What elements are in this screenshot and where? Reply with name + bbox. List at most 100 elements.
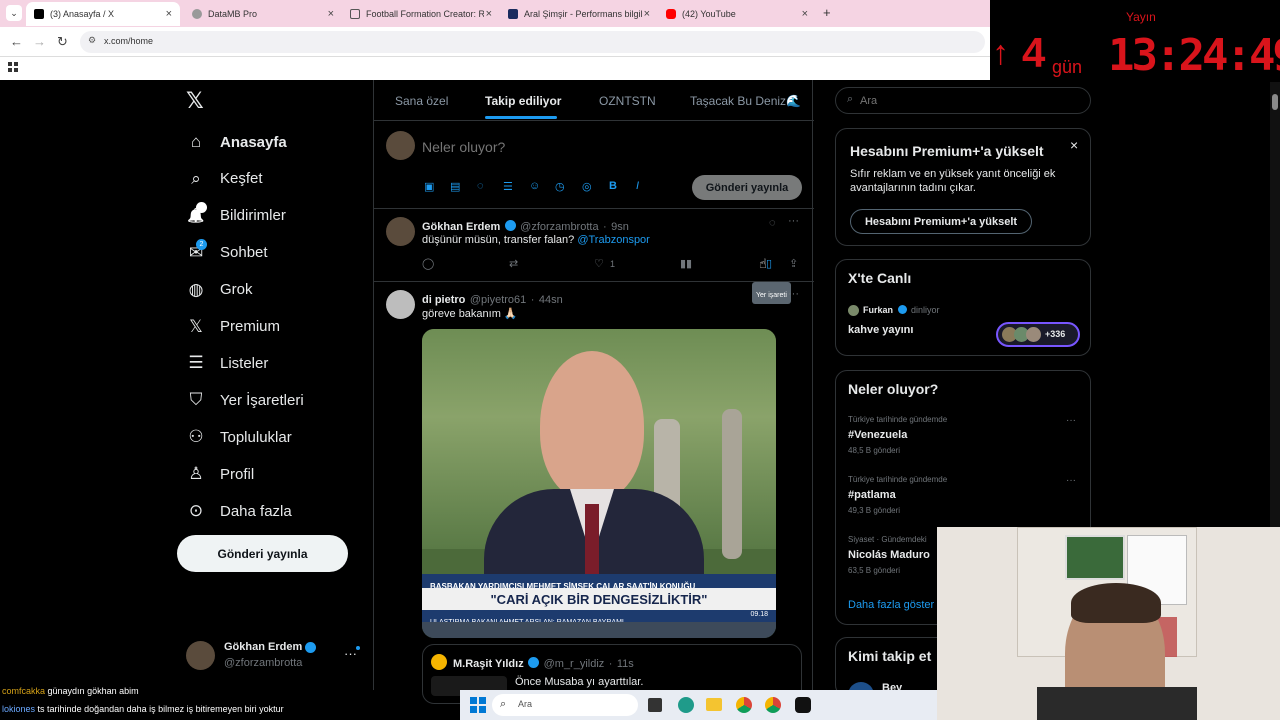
grok-icon[interactable]: ◌ — [477, 180, 484, 192]
post-button[interactable]: Gönderi yayınla — [177, 535, 348, 572]
close-tab-icon[interactable]: × — [802, 8, 808, 20]
x-logo-icon: 𝕏 — [189, 316, 203, 336]
timer-label: Yayın — [1126, 10, 1156, 24]
scrollbar-thumb[interactable] — [1272, 94, 1278, 110]
tab-list-tasacak[interactable]: Taşacak Bu Deniz🌊 — [690, 94, 801, 108]
tweet-media[interactable]: BAŞBAKAN YARDIMCISI MEHMET ŞİMŞEK ÇALAR … — [422, 329, 776, 638]
show-more-link[interactable]: Daha fazla göster — [848, 599, 934, 611]
home-icon: ⌂ — [190, 132, 202, 151]
gif-icon[interactable]: ▤ — [450, 180, 460, 193]
app-icon[interactable] — [795, 697, 811, 713]
more-icon[interactable]: ··· — [1066, 415, 1076, 426]
nav-item-person[interactable]: ♙ Profil — [186, 459, 254, 489]
back-icon[interactable]: ← — [10, 34, 23, 49]
nav-item-list[interactable]: ☰ Listeler — [186, 348, 268, 378]
browser-tab[interactable]: DataMB Pro × — [184, 2, 342, 26]
browser-tab[interactable]: Football Formation Creator: Re × — [342, 2, 500, 26]
live-topic[interactable]: kahve yayını — [848, 324, 913, 336]
mention-link[interactable]: @Trabzonspor — [577, 234, 650, 246]
account-switcher[interactable]: Gökhan Erdem @zforzambrotta ··· — [186, 640, 366, 676]
poll-icon[interactable]: ☰ — [503, 180, 513, 193]
image-icon[interactable]: ▣ — [424, 180, 434, 193]
webcam-person-shirt — [1037, 687, 1197, 720]
nav-item-more-circle[interactable]: ⊙ Daha fazla — [186, 496, 292, 526]
tweet[interactable]: di pietro @piyetro61 · 44sn ◌ ··· göreve… — [374, 282, 814, 704]
banner-top-strip: BAŞBAKAN YARDIMCISI MEHMET ŞİMŞEK ÇALAR … — [422, 574, 776, 591]
taskbar-search[interactable]: ⌕ Ara — [492, 694, 638, 716]
grok-icon[interactable]: ◌ — [769, 290, 776, 302]
nav-item-search[interactable]: ⌕ Keşfet — [186, 164, 262, 194]
new-tab-button[interactable]: + — [823, 5, 831, 20]
search-input[interactable] — [860, 91, 1080, 111]
nav-label: Premium — [220, 318, 281, 335]
browser-tab[interactable]: Aral Şimşir - Performans bilgile × — [500, 2, 658, 26]
trend-item[interactable]: Türkiye tarihinde gündemde #patlama 49,3… — [848, 475, 1080, 521]
search-box[interactable]: ⌕ — [835, 87, 1091, 114]
tab-following[interactable]: Takip ediliyor — [485, 94, 561, 108]
live-host[interactable]: Furkan — [863, 305, 893, 315]
trend-item[interactable]: Türkiye tarihinde gündemde #Venezuela 48… — [848, 415, 1080, 461]
close-tab-icon[interactable]: × — [166, 8, 172, 20]
reply-icon[interactable]: ◯ — [422, 257, 434, 270]
nav-item-grok[interactable]: ◍ Grok — [186, 275, 253, 305]
forward-icon[interactable]: → — [33, 34, 46, 49]
windows-start-icon[interactable] — [470, 697, 486, 713]
browser-tab[interactable]: (42) YouTube × — [658, 2, 816, 26]
nav-item-x-logo[interactable]: 𝕏 Premium — [186, 312, 280, 342]
x-logo-icon[interactable]: 𝕏 — [186, 88, 204, 114]
author-handle[interactable]: @zforzambrotta — [520, 221, 598, 233]
close-tab-icon[interactable]: × — [644, 8, 650, 20]
listener-count: +336 — [1045, 329, 1066, 339]
file-explorer-icon[interactable] — [706, 698, 722, 711]
more-icon[interactable]: ··· — [788, 288, 799, 300]
tab-list-chevron-icon[interactable]: ⌄ — [6, 5, 22, 21]
italic-icon[interactable]: I — [636, 180, 639, 192]
nav-item-home[interactable]: ⌂ Anasayfa — [186, 127, 287, 157]
avatar — [386, 290, 415, 319]
location-icon[interactable]: ◎ — [582, 180, 592, 193]
edge-icon[interactable] — [678, 697, 694, 713]
chrome-icon[interactable] — [765, 697, 781, 713]
more-icon[interactable]: ··· — [788, 215, 799, 227]
like-icon[interactable]: ♡ — [594, 257, 604, 270]
site-info-icon[interactable]: ⚙ — [88, 35, 96, 46]
grok-icon[interactable]: ◌ — [769, 217, 776, 229]
close-tab-icon[interactable]: × — [328, 8, 334, 20]
tab-for-you[interactable]: Sana özel — [395, 94, 448, 108]
compose-toolbar: ▣ ▤ ◌ ☰ ☺ ◷ ◎ B I — [424, 180, 654, 196]
task-view-icon[interactable] — [648, 698, 662, 712]
nav-item-people[interactable]: ⚇ Topluluklar — [186, 422, 291, 452]
more-icon[interactable]: ··· — [1066, 475, 1076, 486]
live-listeners-pill[interactable]: +336 — [996, 322, 1080, 347]
retweet-icon[interactable]: ⇄ — [509, 257, 518, 270]
tweet-time[interactable]: 9sn — [611, 221, 629, 233]
tweet-time[interactable]: 44sn — [539, 294, 563, 306]
tab-list-ozntstn[interactable]: OZNTSTN — [599, 94, 656, 108]
close-icon[interactable]: × — [1070, 137, 1078, 153]
browser-tab[interactable]: (3) Anasayfa / X × — [26, 2, 180, 26]
tweet-body: düşünür müsün, transfer falan? — [422, 234, 575, 246]
tweet[interactable]: Gökhan Erdem @zforzambrotta · 9sn ◌ ··· … — [374, 209, 814, 304]
nav-item-mail[interactable]: ✉ 2 Sohbet — [186, 238, 268, 268]
compose-post-button[interactable]: Gönderi yayınla — [692, 175, 802, 200]
bold-icon[interactable]: B — [609, 180, 617, 192]
author-name[interactable]: Gökhan Erdem — [422, 221, 500, 233]
apps-grid-icon[interactable] — [8, 62, 18, 72]
close-tab-icon[interactable]: × — [486, 8, 492, 20]
nav-item-bell[interactable]: 🔔 1 Bildirimler — [186, 201, 286, 231]
share-icon[interactable]: ⇪ — [789, 257, 798, 270]
author-name[interactable]: di pietro — [422, 294, 465, 306]
reload-icon[interactable]: ↻ — [57, 34, 68, 50]
url-field[interactable]: ⚙ x.com/home — [80, 31, 985, 53]
premium-upgrade-button[interactable]: Hesabını Premium+'a yükselt — [850, 209, 1032, 234]
schedule-icon[interactable]: ◷ — [555, 180, 565, 193]
nav-item-bookmark[interactable]: ⛉ Yer İşaretleri — [186, 385, 304, 415]
author-handle[interactable]: @piyetro61 — [470, 294, 526, 306]
nav-label: Sohbet — [220, 244, 268, 262]
views-icon[interactable]: ▮▮ — [680, 257, 692, 270]
search-icon: ⌕ — [191, 168, 201, 188]
compose-input[interactable] — [422, 136, 722, 158]
chrome-icon[interactable] — [736, 697, 752, 713]
list-icon: ☰ — [188, 353, 204, 373]
emoji-icon[interactable]: ☺ — [529, 180, 540, 192]
